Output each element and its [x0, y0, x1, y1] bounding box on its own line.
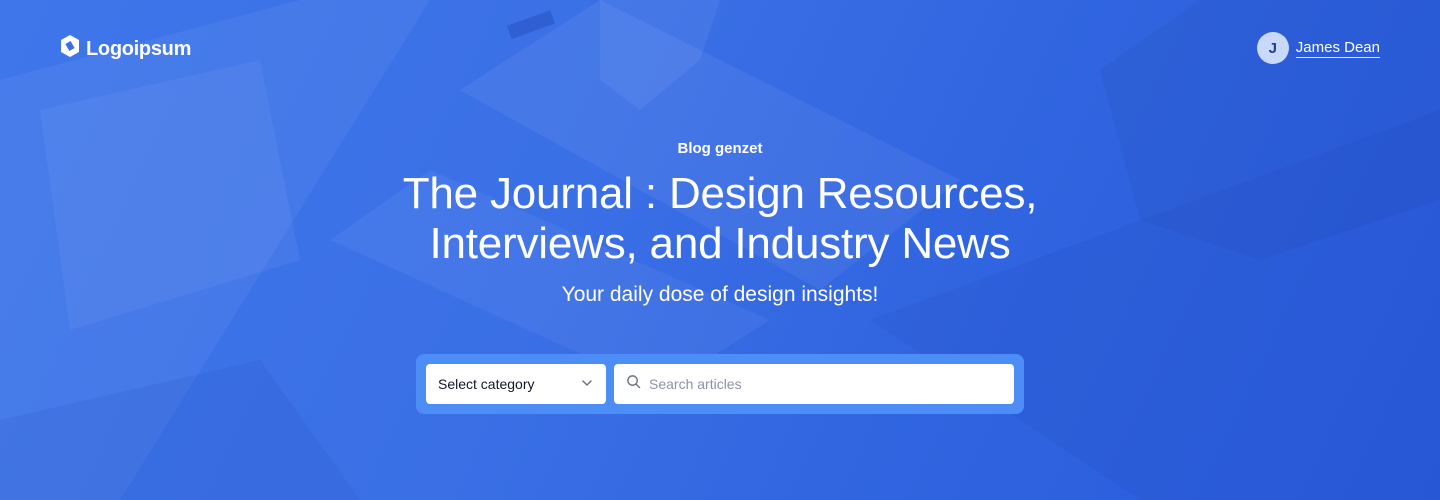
search-input[interactable]: [649, 376, 1002, 392]
page-title: The Journal : Design Resources, Intervie…: [0, 169, 1440, 269]
page-subtitle: Your daily dose of design insights!: [561, 283, 879, 306]
hero-content: Blog genzet The Journal : Design Resourc…: [0, 140, 1440, 307]
user-name-link[interactable]: James Dean: [1295, 39, 1380, 58]
page-title-line-1: The Journal : Design Resources,: [402, 169, 1038, 218]
search-field[interactable]: [614, 364, 1014, 404]
chevron-down-icon: [580, 376, 594, 393]
blog-eyebrow: Blog genzet: [677, 140, 763, 157]
category-select-value: Select category: [438, 376, 535, 392]
search-filter-panel: Select category: [416, 354, 1024, 414]
logo-mark-icon: [60, 34, 80, 64]
brand-logo[interactable]: Logoipsum: [60, 34, 191, 64]
brand-name: Logoipsum: [86, 37, 192, 60]
user-menu[interactable]: J James Dean: [1256, 32, 1380, 64]
avatar[interactable]: J: [1256, 32, 1289, 64]
page-title-line-2: Interviews, and Industry News: [429, 219, 1011, 268]
category-select[interactable]: Select category: [426, 364, 606, 404]
hero-banner: Logoipsum J James Dean Blog genzet The J…: [0, 0, 1440, 500]
search-icon: [626, 374, 641, 394]
